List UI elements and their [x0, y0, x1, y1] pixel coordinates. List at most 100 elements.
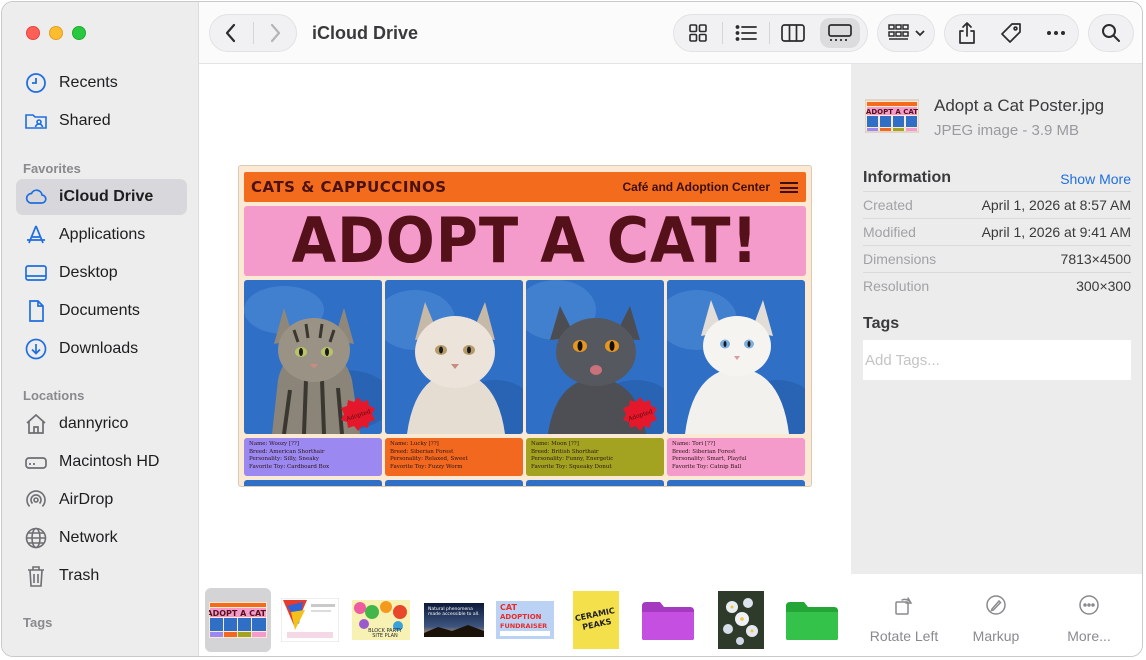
cat-photo: Adopted: [526, 280, 664, 434]
group-by-menu[interactable]: [877, 14, 935, 52]
locations-header: Locations: [23, 388, 85, 403]
quick-actions: Rotate Left Markup More...: [851, 574, 1142, 656]
chevron-left-icon: [226, 23, 236, 43]
night-sky-thumbnail: Natural phenomena made accessible to all…: [424, 603, 484, 637]
file-name: Adopt a Cat Poster.jpg: [934, 96, 1105, 115]
list-view-button[interactable]: [723, 18, 769, 48]
cat-photo: [385, 280, 523, 434]
sidebar-item-documents[interactable]: Documents: [16, 293, 187, 329]
zoom-button[interactable]: [72, 26, 86, 40]
thumbnail-item[interactable]: [711, 588, 771, 652]
ellipsis-icon: [1046, 31, 1065, 35]
search-icon: [1102, 24, 1120, 42]
sidebar-item-label: AirDrop: [59, 491, 114, 508]
show-more-link[interactable]: Show More: [1060, 171, 1131, 187]
cat-photo: [667, 280, 805, 434]
sidebar-item-applications[interactable]: Applications: [16, 217, 187, 253]
action-label: Markup: [972, 628, 1020, 644]
poster-thumbnail: ADOPT A CAT!: [209, 602, 267, 638]
sidebar-item-downloads[interactable]: Downloads: [16, 331, 187, 367]
sidebar-item-icloud-drive[interactable]: iCloud Drive: [16, 179, 187, 215]
more-actions-button[interactable]: [1034, 18, 1078, 48]
svg-text:made accessible to all.: made accessible to all.: [428, 611, 480, 617]
block-party-thumbnail: BLOCK PARTY SITE PLAN: [352, 600, 410, 640]
icon-view-button[interactable]: [674, 18, 722, 48]
airdrop-icon: [24, 488, 52, 512]
thumbnail-item[interactable]: CAT ADOPTION FUNDRAISER: [493, 588, 557, 652]
white-cat-icon: [667, 290, 805, 434]
sidebar-item-airdrop[interactable]: AirDrop: [16, 482, 187, 518]
ceramic-peaks-thumbnail: CERAMIC PEAKS: [573, 591, 619, 649]
minimize-button[interactable]: [49, 26, 63, 40]
thumbnail-item[interactable]: CERAMIC PEAKS: [569, 588, 623, 652]
chevron-down-icon: [914, 30, 925, 37]
sidebar-item-shared[interactable]: Shared: [16, 103, 187, 139]
document-icon: [24, 299, 52, 323]
sidebar-item-desktop[interactable]: Desktop: [16, 255, 187, 291]
gallery-preview: CATS & CAPPUCCINOS Café and Adoption Cen…: [199, 64, 851, 574]
tags-input[interactable]: [863, 340, 1131, 380]
sidebar-item-trash[interactable]: Trash: [16, 558, 187, 594]
window-title: iCloud Drive: [312, 23, 419, 43]
rotate-left-button[interactable]: Rotate Left: [859, 590, 949, 644]
sidebar-item-label: Desktop: [59, 264, 118, 281]
sidebar-item-recents[interactable]: Recents: [16, 65, 187, 101]
more-button[interactable]: More...: [1044, 590, 1134, 644]
tag-icon: [1001, 23, 1022, 43]
toolbar: iCloud Drive: [199, 2, 1142, 64]
gallery-icon: [828, 24, 852, 41]
file-type: JPEG image - 3.9 MB: [934, 122, 1080, 139]
tags-heading: Tags: [863, 315, 900, 332]
sidebar-item-label: Network: [59, 529, 118, 546]
more-icon: [1079, 595, 1099, 615]
svg-text:ADOPT A CAT!: ADOPT A CAT!: [209, 609, 267, 618]
column-view-button[interactable]: [770, 18, 816, 48]
poster-brand: CATS & CAPPUCCINOS: [251, 178, 447, 196]
group-grid-icon: [887, 24, 909, 40]
close-button[interactable]: [26, 26, 40, 40]
info-row-created: Created April 1, 2026 at 8:57 AM: [863, 191, 1131, 218]
gallery-view-button[interactable]: [820, 18, 860, 48]
poster-hero: ADOPT A CAT!: [244, 206, 806, 276]
svg-text:ADOPTION: ADOPTION: [500, 613, 542, 621]
svg-text:CAT: CAT: [500, 603, 517, 612]
thumbnail-item[interactable]: [781, 588, 843, 652]
share-button[interactable]: [945, 18, 989, 48]
sidebar: Recents Shared Favorites iCloud Drive Ap…: [2, 2, 199, 656]
sidebar-item-network[interactable]: Network: [16, 520, 187, 556]
sidebar-item-dannyrico[interactable]: dannyrico: [16, 406, 187, 442]
forward-button[interactable]: [253, 15, 296, 51]
thumbnail-item[interactable]: Natural phenomena made accessible to all…: [421, 588, 487, 652]
search-button[interactable]: [1088, 14, 1134, 52]
disk-icon: [24, 450, 52, 474]
sidebar-item-label: dannyrico: [59, 415, 129, 432]
file-thumbnail: ADOPT A CAT: [865, 99, 919, 133]
grid-icon: [689, 24, 707, 42]
sidebar-item-label: Recents: [59, 74, 118, 91]
adopted-badge: Adopted: [341, 397, 375, 431]
hamburger-icon: [780, 182, 798, 193]
view-mode-group: [673, 14, 868, 52]
sidebar-item-label: Downloads: [59, 340, 139, 357]
thumbnail-item[interactable]: [637, 588, 699, 652]
share-icon: [959, 22, 976, 44]
markup-icon: [986, 595, 1006, 615]
action-label: Rotate Left: [869, 628, 939, 644]
poster-header: CATS & CAPPUCCINOS Café and Adoption Cen…: [244, 172, 806, 202]
download-icon: [24, 337, 52, 361]
thumbnail-item[interactable]: BLOCK PARTY SITE PLAN: [349, 588, 413, 652]
thumbnail-item[interactable]: ADOPT A CAT!: [205, 588, 271, 652]
adopted-badge: Adopted: [623, 397, 657, 431]
sidebar-item-label: Documents: [59, 302, 140, 319]
rotate-left-icon: [895, 597, 913, 615]
thumbnail-item[interactable]: [279, 588, 341, 652]
sidebar-item-macintosh-hd[interactable]: Macintosh HD: [16, 444, 187, 480]
fundraiser-thumbnail: CAT ADOPTION FUNDRAISER: [496, 601, 554, 639]
tag-button[interactable]: [989, 18, 1033, 48]
shared-folder-icon: [24, 109, 52, 133]
back-button[interactable]: [210, 15, 253, 51]
markup-button[interactable]: Markup: [951, 590, 1041, 644]
cloud-icon: [24, 185, 52, 209]
poster-image[interactable]: CATS & CAPPUCCINOS Café and Adoption Cen…: [238, 165, 812, 487]
purple-folder-icon: [642, 602, 694, 640]
